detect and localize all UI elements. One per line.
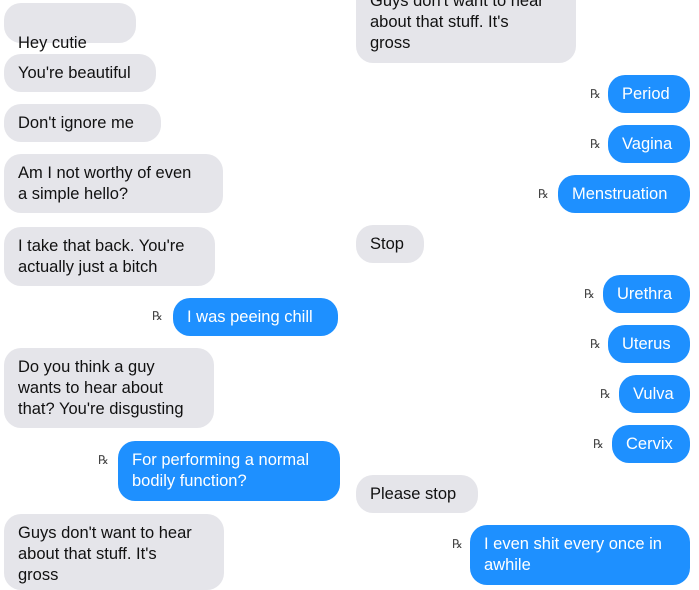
read-receipt-icon: ℞: [600, 387, 611, 401]
received-message: Guys don't want to hear about that stuff…: [356, 0, 576, 63]
sent-message: Period: [608, 75, 690, 113]
sent-message: Menstruation: [558, 175, 690, 213]
read-receipt-icon: ℞: [538, 187, 549, 201]
sent-message: Uterus: [608, 325, 690, 363]
sent-message: Vagina: [608, 125, 690, 163]
read-receipt-icon: ℞: [152, 309, 163, 323]
received-message: I take that back. You're actually just a…: [4, 227, 215, 286]
sent-message: Cervix: [612, 425, 690, 463]
sent-message: Urethra: [603, 275, 690, 313]
read-receipt-icon: ℞: [98, 453, 109, 467]
sent-message: I was peeing chill: [173, 298, 338, 336]
received-message: Hey cutie: [4, 3, 136, 73]
read-receipt-icon: ℞: [584, 287, 595, 301]
received-message: Do you think a guy wants to hear about t…: [4, 348, 214, 428]
sent-message: I even shit every once in awhile: [470, 525, 690, 585]
sent-message: Vulva: [619, 375, 690, 413]
read-receipt-icon: ℞: [590, 337, 601, 351]
received-message: Don't ignore me: [4, 104, 161, 142]
read-receipt-icon: ℞: [590, 87, 601, 101]
read-receipt-icon: ℞: [452, 537, 463, 551]
read-receipt-icon: ℞: [593, 437, 604, 451]
received-message: Guys don't want to hear about that stuff…: [4, 514, 224, 590]
received-message: Am I not worthy of even a simple hello?: [4, 154, 223, 213]
sent-message: For performing a normal bodily function?: [118, 441, 340, 501]
received-message: You're beautiful: [4, 54, 156, 92]
received-message: Please stop: [356, 475, 478, 513]
received-message: Stop: [356, 225, 424, 263]
read-receipt-icon: ℞: [590, 137, 601, 151]
